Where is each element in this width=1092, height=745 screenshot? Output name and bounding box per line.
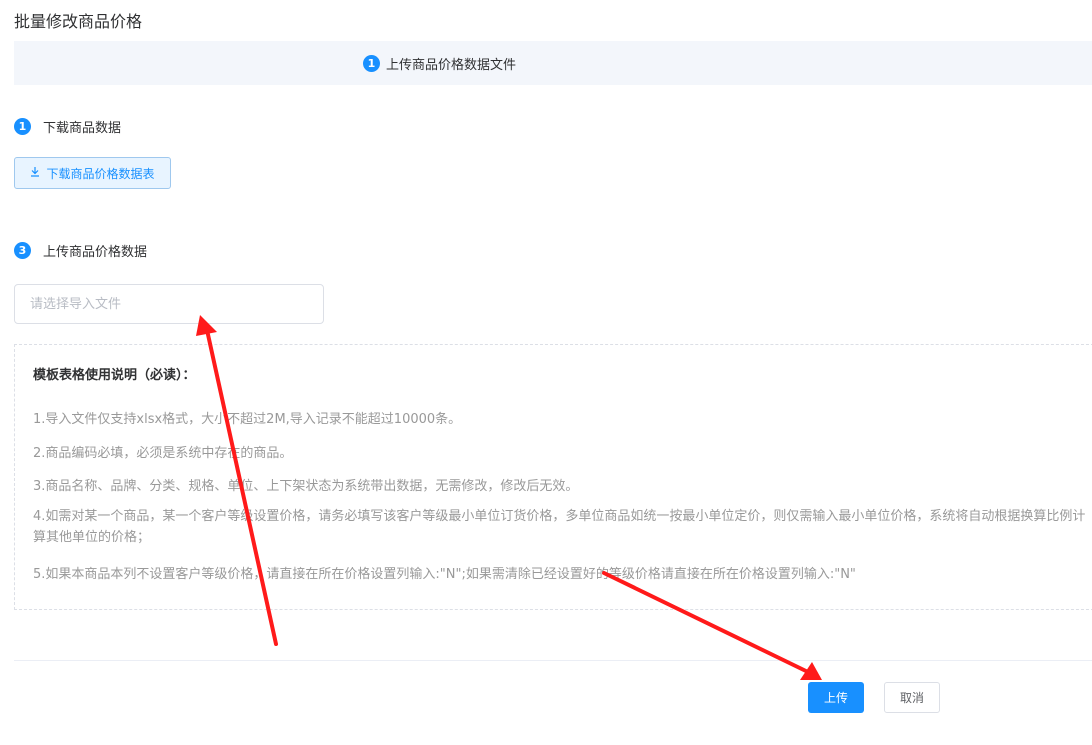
step-upload-file: 1 上传商品价格数据文件 — [363, 54, 516, 73]
section-title: 下载商品数据 — [43, 121, 122, 136]
section-number-badge: 3 — [14, 242, 31, 259]
instruction-line-4: 4.如需对某一个商品，某一个客户等级设置价格，请务必填写该客户等级最小单位订货价… — [33, 509, 1086, 545]
footer-divider — [14, 660, 1092, 661]
instructions-title: 模板表格使用说明（必读）： — [33, 368, 196, 383]
steps-bar: 1 上传商品价格数据文件 — [14, 41, 1092, 85]
download-price-sheet-button[interactable]: 下载商品价格数据表 — [14, 157, 171, 189]
instruction-line-5: 5.如果本商品本列不设置客户等级价格，请直接在所在价格设置列输入:"N";如果需… — [33, 567, 856, 582]
cancel-button[interactable]: 取消 — [884, 682, 940, 713]
section-number-badge: 1 — [14, 118, 31, 135]
instruction-line-1: 1.导入文件仅支持xlsx格式，大小不超过2M,导入记录不能超过10000条。 — [33, 412, 462, 427]
step-number-badge: 1 — [363, 55, 380, 72]
upload-button[interactable]: 上传 — [808, 682, 864, 713]
section-download-header: 1 下载商品数据 — [14, 117, 121, 136]
file-select-input[interactable] — [14, 284, 324, 324]
section-title: 上传商品价格数据 — [43, 245, 148, 260]
download-button-label: 下载商品价格数据表 — [46, 166, 155, 181]
page-title: 批量修改商品价格 — [14, 12, 143, 31]
section-upload-header: 3 上传商品价格数据 — [14, 241, 147, 260]
instructions-panel: 模板表格使用说明（必读）： 1.导入文件仅支持xlsx格式，大小不超过2M,导入… — [14, 344, 1092, 610]
instruction-line-3: 3.商品名称、品牌、分类、规格、单位、上下架状态为系统带出数据，无需修改，修改后… — [33, 479, 579, 494]
instruction-line-2: 2.商品编码必填，必须是系统中存在的商品。 — [33, 446, 293, 461]
step-label: 上传商品价格数据文件 — [386, 58, 517, 73]
download-icon — [30, 166, 40, 180]
